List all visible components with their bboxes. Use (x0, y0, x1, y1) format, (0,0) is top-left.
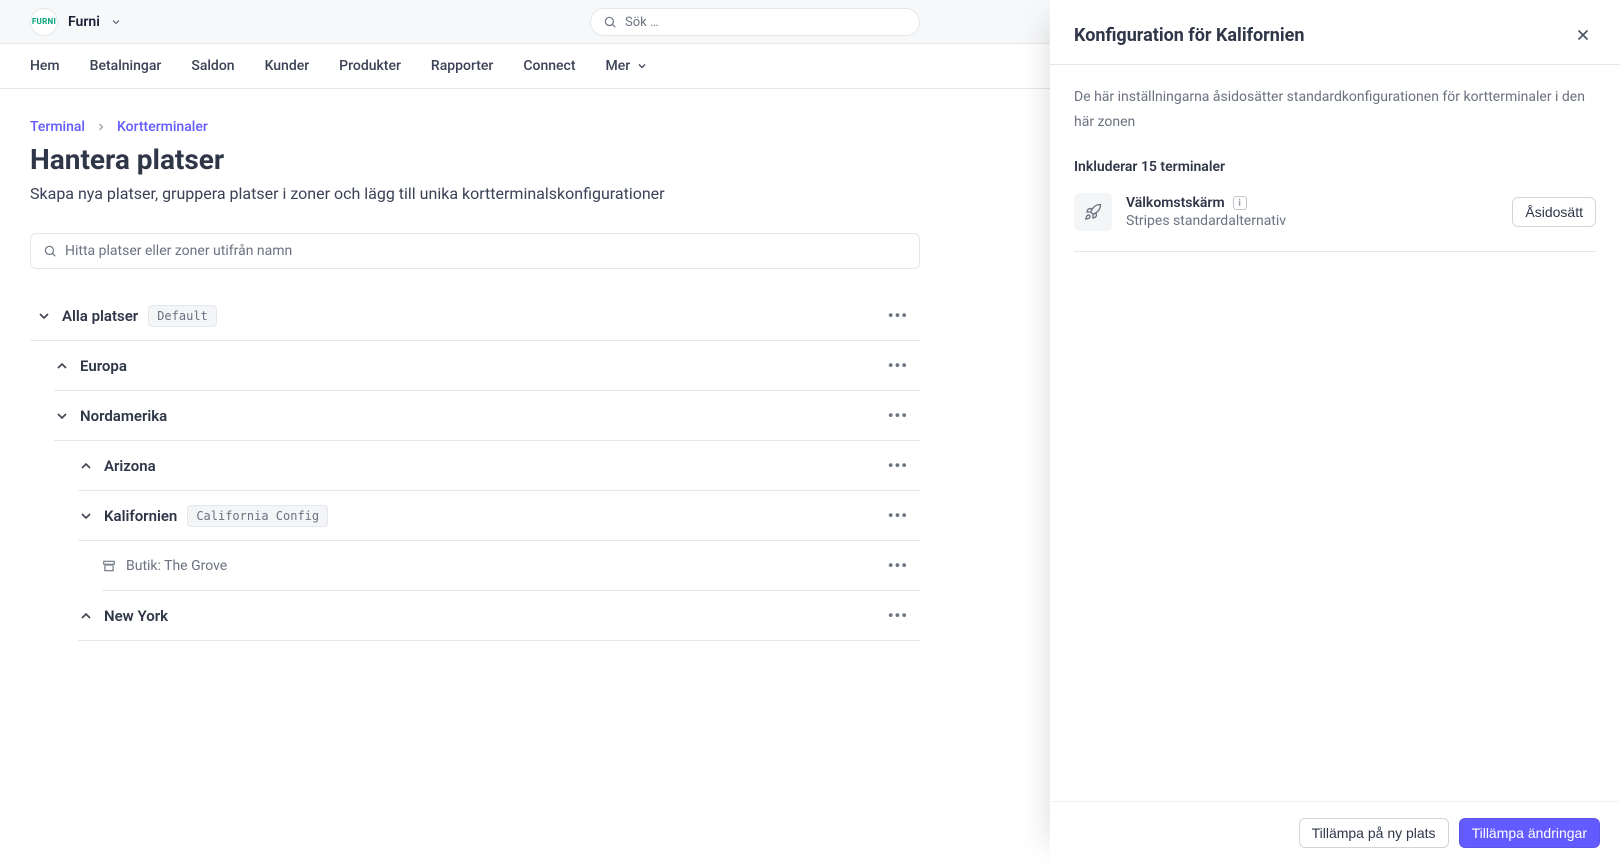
search-icon (603, 15, 617, 29)
search-icon (43, 244, 57, 258)
apply-changes-button[interactable]: Tillämpa ändringar (1459, 818, 1600, 848)
tree-label: Nordamerika (80, 407, 167, 425)
tree-label: Arizona (104, 457, 156, 475)
info-icon[interactable]: i (1233, 196, 1247, 210)
setting-title: Välkomstskärm (1126, 195, 1225, 211)
row-actions-menu[interactable]: ••• (880, 302, 916, 329)
chevron-up-icon (54, 358, 70, 374)
nav-reports[interactable]: Rapporter (431, 58, 493, 74)
chevron-down-icon (54, 408, 70, 424)
tree-row-california[interactable]: Kalifornien California Config ••• (78, 491, 920, 541)
nav-home[interactable]: Hem (30, 58, 60, 74)
tree-row-arizona[interactable]: Arizona ••• (78, 441, 920, 491)
row-actions-menu[interactable]: ••• (880, 452, 916, 479)
chevron-up-icon (78, 608, 94, 624)
brand-logo: FURNI (30, 8, 58, 36)
tree-row-all-locations[interactable]: Alla platser Default ••• (30, 291, 920, 341)
config-badge: Default (148, 305, 217, 327)
tree-row-store-grove[interactable]: Butik: The Grove ••• (102, 541, 920, 591)
panel-description: De här inställningarna åsidosätter stand… (1074, 85, 1596, 135)
nav-products[interactable]: Produkter (339, 58, 401, 74)
breadcrumb-readers[interactable]: Kortterminaler (117, 119, 208, 135)
tree-row-new-york[interactable]: New York ••• (78, 591, 920, 641)
breadcrumb-terminal[interactable]: Terminal (30, 119, 85, 135)
config-side-panel: Konfiguration för Kalifornien De här ins… (1050, 0, 1620, 864)
account-switcher[interactable]: FURNI Furni (30, 8, 122, 36)
store-icon (102, 559, 116, 573)
rocket-icon (1074, 193, 1112, 231)
setting-row-welcome-screen: Välkomstskärm i Stripes standardalternat… (1074, 193, 1596, 252)
override-button[interactable]: Åsidosätt (1512, 197, 1596, 227)
nav-connect[interactable]: Connect (523, 58, 575, 74)
close-icon (1574, 26, 1592, 44)
chevron-down-icon (36, 308, 52, 324)
setting-subtitle: Stripes standardalternativ (1126, 213, 1286, 229)
tree-label: Europa (80, 357, 127, 375)
tree-label: Alla platser (62, 307, 138, 325)
chevron-down-icon (110, 16, 122, 28)
nav-more[interactable]: Mer (606, 58, 649, 74)
nav-customers[interactable]: Kunder (265, 58, 310, 74)
row-actions-menu[interactable]: ••• (880, 552, 916, 579)
panel-includes: Inkluderar 15 terminaler (1074, 159, 1596, 175)
apply-new-location-button[interactable]: Tillämpa på ny plats (1299, 818, 1449, 848)
tree-label: Butik: The Grove (126, 558, 227, 574)
tree-row-north-america[interactable]: Nordamerika ••• (54, 391, 920, 441)
nav-balances[interactable]: Saldon (191, 58, 234, 74)
panel-title: Konfiguration för Kalifornien (1074, 25, 1304, 46)
chevron-right-icon (95, 121, 107, 133)
nav-payments[interactable]: Betalningar (90, 58, 162, 74)
chevron-up-icon (78, 458, 94, 474)
row-actions-menu[interactable]: ••• (880, 602, 916, 629)
row-actions-menu[interactable]: ••• (880, 402, 916, 429)
search-placeholder: Sök … (625, 15, 659, 30)
locations-search-input[interactable]: Hitta platser eller zoner utifrån namn (30, 233, 920, 269)
tree-label: New York (104, 607, 168, 625)
brand-name: Furni (68, 14, 100, 30)
locations-search-placeholder: Hitta platser eller zoner utifrån namn (65, 243, 292, 259)
tree-label: Kalifornien (104, 507, 177, 525)
tree-row-europe[interactable]: Europa ••• (54, 341, 920, 391)
chevron-down-icon (78, 508, 94, 524)
row-actions-menu[interactable]: ••• (880, 352, 916, 379)
close-button[interactable] (1570, 22, 1596, 48)
chevron-down-icon (636, 60, 648, 72)
global-search-input[interactable]: Sök … (590, 8, 920, 36)
config-badge: California Config (187, 505, 328, 527)
row-actions-menu[interactable]: ••• (880, 502, 916, 529)
